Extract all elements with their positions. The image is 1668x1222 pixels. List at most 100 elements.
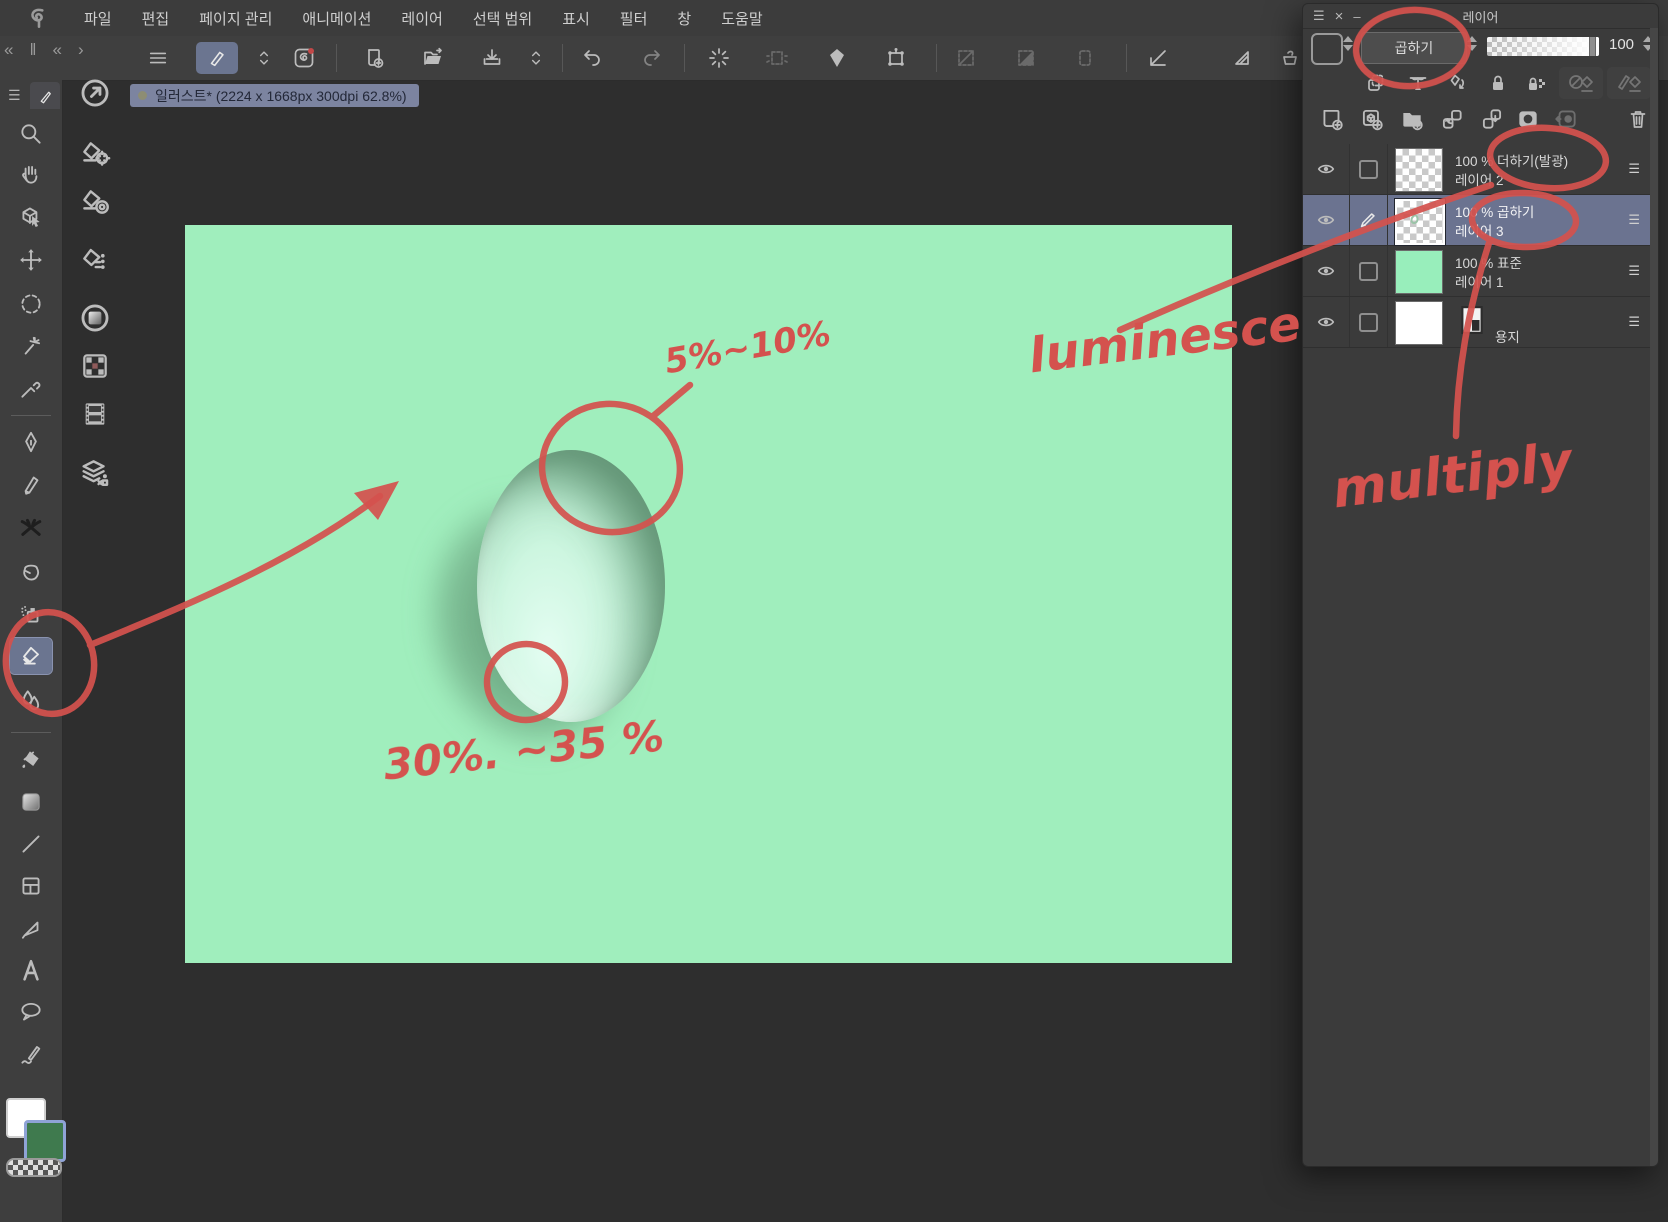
apply-mask-button[interactable] [1549,104,1583,134]
layer-name[interactable]: 레이어 3 [1455,220,1504,240]
merge-down-button[interactable] [1475,104,1509,134]
menu-view[interactable]: 표시 [562,8,590,29]
eraser-tool[interactable] [9,637,53,675]
layer-visibility-toggle[interactable] [1303,246,1350,296]
layers-panel-titlebar[interactable]: ☰ × – 레이어 [1303,4,1658,29]
menu-page-manage[interactable]: 페이지 관리 [199,8,272,29]
layer-mask-button[interactable] [1511,104,1545,134]
layer-name[interactable]: 레이어 2 [1455,169,1504,189]
new-layer-type-button[interactable] [1355,104,1389,134]
open-file-button[interactable] [415,42,451,74]
opacity-slider[interactable] [1487,37,1599,56]
layer-checkbox[interactable] [1349,297,1388,347]
layer-row-1[interactable]: 100 % 표준 레이어 1 ☰ [1303,246,1650,297]
balloon-tool[interactable] [10,994,52,1030]
selection-area-button[interactable] [1067,42,1103,74]
filmstrip-icon[interactable] [74,394,116,434]
deselect-button[interactable] [948,42,984,74]
show-layer-mask-button[interactable] [1559,67,1603,99]
menu-animation[interactable]: 애니메이션 [302,8,371,29]
marker-tool[interactable] [10,466,52,502]
new-raster-layer-button[interactable] [1315,104,1349,134]
paper-layer-row[interactable]: 용지 ☰ [1303,297,1650,348]
menu-select-range[interactable]: 선택 범위 [473,8,532,29]
eyedropper-tool[interactable] [10,370,52,406]
collapse-left-icon[interactable]: « [4,40,13,60]
layer-row-2[interactable]: 100 % 더하기(발광) 레이어 2 ☰ [1303,144,1650,195]
watercolor-tool[interactable] [10,682,52,718]
gradient-circle-icon[interactable] [74,298,116,338]
eraser-multi-icon[interactable] [74,240,116,280]
snap-setsquare-button[interactable] [1224,42,1260,74]
canvas[interactable] [185,225,1232,963]
hand-tool[interactable] [10,156,52,192]
lock-layer-icon[interactable] [1481,68,1515,98]
layer-row-menu-icon[interactable]: ☰ [1628,161,1640,177]
layer-thumbnail[interactable] [1394,198,1446,246]
workspace-collapse-arrows[interactable]: « ‖ « › [4,40,84,60]
show-draft-layer-button[interactable] [1607,67,1651,99]
layer-visibility-toggle[interactable] [1303,195,1350,245]
layer-name[interactable]: 용지 [1495,326,1520,346]
panel-scrollbar[interactable] [1650,28,1658,1166]
delete-button[interactable] [819,42,855,74]
layer-checkbox[interactable] [1349,246,1388,296]
invert-selection-button[interactable] [1008,42,1044,74]
menu-filter[interactable]: 필터 [620,8,648,29]
layer-row-3-selected[interactable]: 100 % 곱하기 레이어 3 ☰ [1303,195,1650,246]
pen-tool[interactable] [10,424,52,460]
collapse-left2-icon[interactable]: « [53,40,62,60]
pen-tab[interactable] [30,82,60,109]
sub-color-swatch-selected[interactable] [24,1120,66,1162]
palette-color-stepper[interactable] [1343,36,1353,51]
operate-3d-tool[interactable] [10,198,52,234]
symmetry-ruler-icon[interactable] [1401,68,1435,98]
zoom-tool[interactable] [10,116,52,152]
save-button[interactable] [474,42,510,74]
ellipse-select-tool[interactable] [10,286,52,322]
text-tool[interactable] [10,952,52,988]
layer-row-menu-icon[interactable]: ☰ [1628,314,1640,330]
redo-button[interactable] [634,42,670,74]
layer-checkbox[interactable] [1349,144,1388,194]
layer-name[interactable]: 레이어 1 [1455,271,1504,291]
eraser-soft-icon[interactable] [74,182,116,222]
move-layer-tool[interactable] [10,242,52,278]
clip-to-layer-below-icon[interactable] [1359,68,1393,98]
document-tab[interactable]: 일러스트* (2224 x 1668px 300dpi 62.8%) [130,84,419,107]
toolbar-menu-button[interactable] [140,42,176,74]
frame-border-tool[interactable] [10,868,52,904]
opacity-slider-handle[interactable] [1589,37,1596,56]
menu-file[interactable]: 파일 [84,8,112,29]
save-collapse-button[interactable] [518,42,554,74]
layer-visibility-toggle[interactable] [1303,297,1350,347]
menu-layer[interactable]: 레이어 [401,8,442,29]
layer-thumbnail[interactable] [1395,301,1443,345]
correction-line-tool[interactable] [10,1036,52,1072]
clear-button[interactable] [701,42,737,74]
layer-visibility-toggle[interactable] [1303,144,1350,194]
divider-handle-icon[interactable]: ‖ [29,40,36,60]
palette-color-button[interactable] [1311,33,1343,65]
lock-transparent-pixels-icon[interactable] [1519,68,1553,98]
fill-bucket-tool[interactable] [10,742,52,778]
figure-line-tool[interactable] [10,826,52,862]
blend-tool[interactable] [10,554,52,590]
color-set-icon[interactable] [74,346,116,386]
blend-mode-stepper[interactable] [1467,36,1477,51]
expand-right-icon[interactable]: › [78,40,84,60]
menu-help[interactable]: 도움말 [721,8,762,29]
layer-editing-pencil-icon[interactable] [1349,195,1388,245]
layer-row-menu-icon[interactable]: ☰ [1628,263,1640,279]
new-document-button[interactable] [356,42,392,74]
menu-window[interactable]: 창 [677,8,691,29]
blend-mode-dropdown[interactable]: 곱하기 [1361,32,1467,64]
transform-button[interactable] [878,42,914,74]
layer-row-menu-icon[interactable]: ☰ [1628,212,1640,228]
toolbar-active-tool-button[interactable] [196,42,238,74]
brush-tool[interactable] [10,510,52,546]
selection-launcher-button[interactable] [759,42,795,74]
gradient-tool[interactable] [10,784,52,820]
transparent-color-swatch[interactable] [6,1158,62,1177]
undo-button[interactable] [574,42,610,74]
